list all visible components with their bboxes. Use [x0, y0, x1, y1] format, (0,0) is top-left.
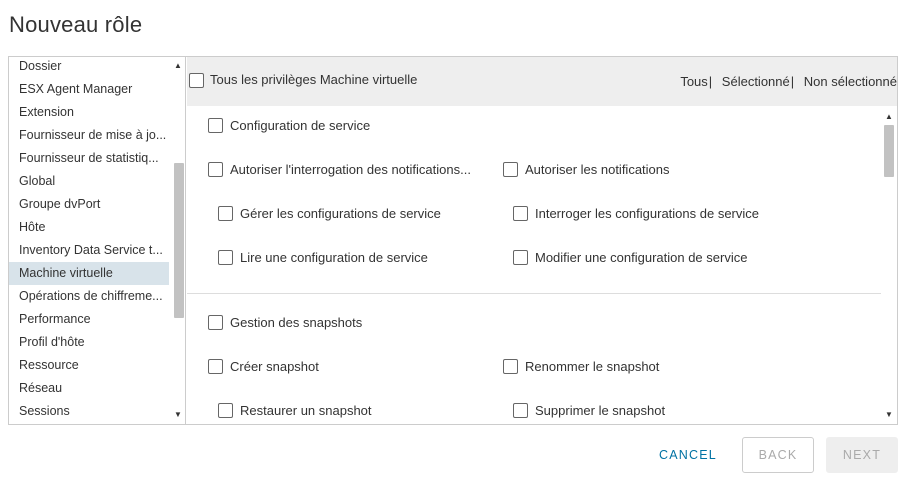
rename-snapshot-label: Renommer le snapshot	[525, 359, 660, 374]
back-button[interactable]: BACK	[742, 437, 814, 473]
query-service-configs-checkbox[interactable]	[513, 206, 528, 221]
category-item-update-provider[interactable]: Fournisseur de mise à jo...	[9, 124, 169, 147]
category-item-resource[interactable]: Ressource	[9, 354, 169, 377]
revert-snapshot-label: Restaurer un snapshot	[240, 403, 372, 418]
privilege-scrollbar[interactable]: ▲ ▼	[881, 106, 897, 424]
category-item-sessions[interactable]: Sessions	[9, 400, 169, 423]
all-privileges-checkbox[interactable]	[189, 73, 204, 88]
cancel-button[interactable]: CANCEL	[652, 437, 724, 473]
privilege-tree: Configuration de service Autoriser l'int…	[187, 106, 897, 424]
snapshot-management-checkbox[interactable]	[208, 315, 223, 330]
modify-service-config-label: Modifier une configuration de service	[535, 250, 748, 265]
allow-notification-polling-label: Autoriser l'interrogation des notificati…	[230, 162, 471, 177]
allow-notifications-label: Autoriser les notifications	[525, 162, 670, 177]
category-item-dvport-group[interactable]: Groupe dvPort	[9, 193, 169, 216]
read-service-config-label: Lire une configuration de service	[240, 250, 428, 265]
service-config-label: Configuration de service	[230, 118, 371, 133]
snapshot-management-label: Gestion des snapshots	[230, 315, 363, 330]
role-editor-frame: Dossier ESX Agent Manager Extension Four…	[8, 56, 898, 425]
all-privileges-label: Tous les privilèges Machine virtuelle	[210, 72, 418, 87]
service-config-checkbox[interactable]	[208, 118, 223, 133]
scroll-up-icon[interactable]: ▲	[174, 61, 182, 71]
category-scroll-thumb[interactable]	[174, 163, 184, 318]
privilege-header: Tous les privilèges Machine virtuelle To…	[187, 57, 897, 106]
modify-service-config-checkbox[interactable]	[513, 250, 528, 265]
category-item-inventory-data-service[interactable]: Inventory Data Service t...	[9, 239, 169, 262]
category-item-encryption[interactable]: Opérations de chiffreme...	[9, 285, 169, 308]
filter-all[interactable]: Tous	[680, 74, 707, 89]
create-snapshot-checkbox[interactable]	[208, 359, 223, 374]
remove-snapshot-label: Supprimer le snapshot	[535, 403, 666, 418]
manage-service-configs-label: Gérer les configurations de service	[240, 206, 441, 221]
category-item-global[interactable]: Global	[9, 170, 169, 193]
category-item-extension[interactable]: Extension	[9, 101, 169, 124]
manage-service-configs-checkbox[interactable]	[218, 206, 233, 221]
filter-unselected[interactable]: Non sélectionné	[804, 74, 897, 89]
scroll-up-icon[interactable]: ▲	[885, 112, 893, 122]
scroll-down-icon[interactable]: ▼	[174, 410, 182, 420]
create-snapshot-label: Créer snapshot	[230, 359, 319, 374]
revert-snapshot-checkbox[interactable]	[218, 403, 233, 418]
category-item-stats-provider[interactable]: Fournisseur de statistiq...	[9, 147, 169, 170]
category-item-host[interactable]: Hôte	[9, 216, 169, 239]
filter-selected[interactable]: Sélectionné	[722, 74, 790, 89]
category-item-performance[interactable]: Performance	[9, 308, 169, 331]
privilege-filter: Tous| Sélectionné| Non sélectionné	[680, 74, 897, 89]
query-service-configs-label: Interroger les configurations de service	[535, 206, 760, 221]
group-divider	[187, 293, 881, 294]
category-item-esx-agent-manager[interactable]: ESX Agent Manager	[9, 78, 169, 101]
allow-notification-polling-checkbox[interactable]	[208, 162, 223, 177]
category-item-host-profile[interactable]: Profil d'hôte	[9, 331, 169, 354]
allow-notifications-checkbox[interactable]	[503, 162, 518, 177]
read-service-config-checkbox[interactable]	[218, 250, 233, 265]
privilege-panel: Tous les privilèges Machine virtuelle To…	[187, 57, 897, 424]
rename-snapshot-checkbox[interactable]	[503, 359, 518, 374]
category-item-virtual-machine[interactable]: Machine virtuelle	[9, 262, 169, 285]
category-item-network[interactable]: Réseau	[9, 377, 169, 400]
dialog-title: Nouveau rôle	[9, 12, 143, 37]
next-button[interactable]: NEXT	[826, 437, 898, 473]
category-list: Dossier ESX Agent Manager Extension Four…	[9, 57, 172, 423]
scroll-down-icon[interactable]: ▼	[885, 410, 893, 420]
category-list-panel: Dossier ESX Agent Manager Extension Four…	[9, 57, 186, 424]
remove-snapshot-checkbox[interactable]	[513, 403, 528, 418]
category-item-dossier[interactable]: Dossier	[9, 57, 169, 78]
category-scrollbar[interactable]: ▲ ▼	[172, 57, 185, 424]
privilege-scroll-thumb[interactable]	[884, 125, 894, 177]
